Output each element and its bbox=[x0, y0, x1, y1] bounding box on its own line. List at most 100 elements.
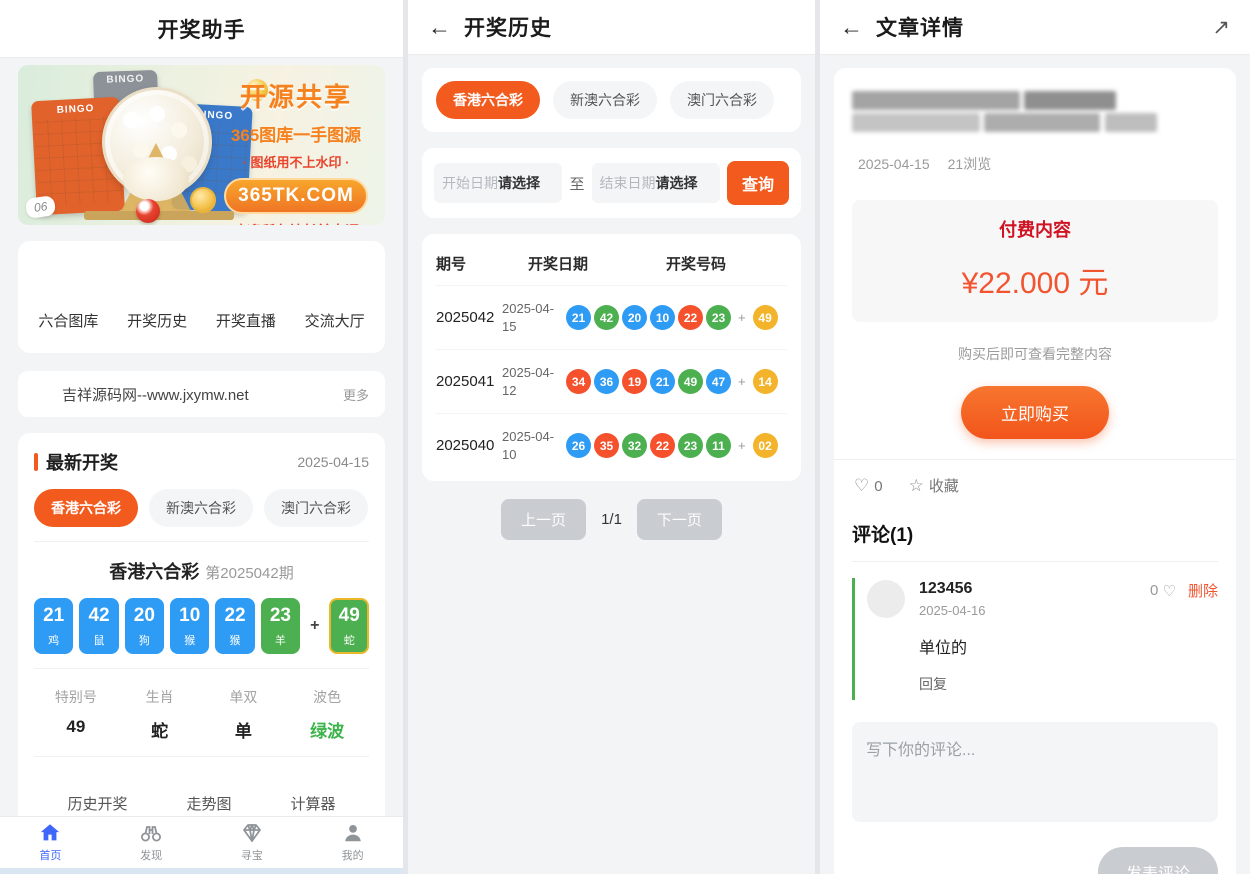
stat-label: 单双 bbox=[202, 687, 286, 707]
censored-block bbox=[1024, 91, 1116, 110]
row-issue: 2025041 bbox=[436, 373, 502, 390]
end-date-picker[interactable]: 结束日期请选择 bbox=[592, 163, 720, 203]
banner-welcome: 欢迎所有站长前来调 bbox=[217, 221, 375, 225]
tab-treasure[interactable]: 寻宝 bbox=[202, 822, 303, 863]
stat-zodiac: 生肖 蛇 bbox=[118, 687, 202, 742]
article-meta: 2025-04-1521浏览 bbox=[852, 154, 1218, 174]
link-calculator[interactable]: 计算器 bbox=[290, 793, 335, 814]
lottery-tabs-card: 香港六合彩 新澳六合彩 澳门六合彩 bbox=[422, 68, 801, 132]
stat-value: 49 bbox=[34, 717, 118, 737]
stat-value: 绿波 bbox=[285, 717, 369, 742]
link-history[interactable]: 历史开奖 bbox=[67, 793, 127, 814]
tab-profile[interactable]: 我的 bbox=[302, 822, 403, 863]
result-ball: 42 bbox=[594, 305, 619, 330]
to-label: 至 bbox=[569, 173, 584, 194]
heart-icon[interactable]: ♡ bbox=[1163, 582, 1176, 600]
end-date-label: 结束日期 bbox=[600, 175, 656, 191]
quick-nav-gallery[interactable]: 六合图库 bbox=[38, 266, 98, 331]
banner-headline: 开源共享 bbox=[217, 77, 375, 114]
draw-date: 2025-04-15 bbox=[297, 454, 369, 470]
result-ball: 11 bbox=[706, 433, 731, 458]
ball-number: 23 bbox=[270, 605, 291, 627]
person-icon bbox=[342, 822, 364, 844]
history-icon bbox=[135, 266, 179, 310]
binoculars-icon bbox=[139, 822, 163, 844]
section-accent-bar bbox=[34, 453, 38, 471]
start-date-value: 请选择 bbox=[498, 175, 540, 191]
censored-block bbox=[984, 113, 1100, 132]
next-page-button[interactable]: 下一页 bbox=[637, 499, 722, 540]
result-ball: 49 bbox=[678, 369, 703, 394]
ball-number: 21 bbox=[43, 605, 64, 627]
forum-icon bbox=[313, 266, 357, 310]
plus-sign: + bbox=[738, 438, 746, 453]
latest-draw-card: 最新开奖 2025-04-15 香港六合彩 新澳六合彩 澳门六合彩 香港六合彩第… bbox=[18, 433, 385, 836]
external-link-icon[interactable]: ↗ bbox=[1212, 15, 1230, 40]
stat-odd-even: 单双 单 bbox=[202, 687, 286, 742]
tab-hk-lottery[interactable]: 香港六合彩 bbox=[436, 81, 540, 119]
result-ball: 26 bbox=[566, 433, 591, 458]
heart-icon: ♡ bbox=[854, 476, 869, 495]
result-ball: 23 bbox=[678, 433, 703, 458]
quick-nav-forum[interactable]: 交流大厅 bbox=[305, 266, 365, 331]
censored-block bbox=[852, 91, 1020, 110]
draw-name: 香港六合彩 bbox=[109, 562, 199, 582]
comment-input[interactable] bbox=[852, 722, 1218, 822]
tab-hk-lottery[interactable]: 香港六合彩 bbox=[34, 489, 138, 527]
ball-zodiac: 猴 bbox=[184, 632, 195, 648]
page-indicator: 1/1 bbox=[601, 511, 622, 528]
result-ball: 22 bbox=[678, 305, 703, 330]
tab-xinao-lottery[interactable]: 新澳六合彩 bbox=[149, 489, 253, 527]
end-date-value: 请选择 bbox=[656, 175, 698, 191]
back-icon[interactable]: ← bbox=[840, 16, 863, 39]
table-row: 2025040 2025-04-10 26 35 32 22 23 11 + 0… bbox=[436, 413, 787, 477]
favorite-button[interactable]: ☆收藏 bbox=[909, 475, 959, 496]
draw-balls: 21 鸡 42 鼠 20 狗 10 猴 bbox=[34, 598, 369, 654]
censored-title bbox=[852, 90, 1218, 134]
promo-banner[interactable]: BINGO BINGO BINGO 开源共享 365图库一手 bbox=[18, 65, 385, 225]
tab-xinao-lottery[interactable]: 新澳六合彩 bbox=[553, 81, 657, 119]
ball-zodiac: 鸡 bbox=[48, 632, 59, 648]
draw-stats: 特别号 49 生肖 蛇 单双 单 波色 绿波 bbox=[34, 687, 369, 742]
gold-coin-illustration bbox=[190, 187, 216, 213]
delete-comment-link[interactable]: 删除 bbox=[1188, 580, 1218, 601]
comment-text: 单位的 bbox=[919, 634, 1218, 658]
three-screen-preview: 开奖助手 BINGO BINGO BINGO bbox=[0, 0, 1250, 874]
tab-discover[interactable]: 发现 bbox=[101, 822, 202, 863]
start-date-picker[interactable]: 开始日期请选择 bbox=[434, 163, 562, 203]
banner-text: 开源共享 365图库一手图源 · 图纸用不上水印 · 365TK.COM 欢迎所… bbox=[217, 77, 375, 225]
table-row: 2025042 2025-04-15 21 42 20 10 22 23 + 4… bbox=[436, 285, 787, 349]
ball-zodiac: 羊 bbox=[275, 632, 286, 648]
result-ball: 10 bbox=[650, 305, 675, 330]
ball-number: 42 bbox=[88, 605, 109, 627]
page-title: 文章详情 bbox=[876, 12, 964, 42]
like-button[interactable]: ♡0 bbox=[854, 476, 883, 496]
buy-now-button[interactable]: 立即购买 bbox=[961, 386, 1109, 439]
ball-number: 49 bbox=[339, 605, 360, 627]
submit-comment-button[interactable]: 发表评论 bbox=[1098, 847, 1218, 874]
reply-link[interactable]: 回复 bbox=[919, 674, 1218, 694]
back-icon[interactable]: ← bbox=[428, 16, 451, 39]
special-result-ball: 49 bbox=[753, 305, 778, 330]
col-date: 开奖日期 bbox=[528, 253, 588, 274]
banner-site-pill: 365TK.COM bbox=[224, 178, 368, 214]
result-ball: 36 bbox=[594, 369, 619, 394]
query-button[interactable]: 查询 bbox=[727, 161, 789, 205]
notice-bar[interactable]: 吉祥源码网--www.jxymw.net 更多 bbox=[18, 371, 385, 417]
tab-macau-lottery[interactable]: 澳门六合彩 bbox=[264, 489, 368, 527]
lottery-tabs: 香港六合彩 新澳六合彩 澳门六合彩 bbox=[34, 489, 369, 527]
quick-nav-history[interactable]: 开奖历史 bbox=[127, 266, 187, 331]
star-icon: ☆ bbox=[909, 476, 924, 495]
draw-ball: 23 羊 bbox=[261, 598, 300, 654]
tab-macau-lottery[interactable]: 澳门六合彩 bbox=[670, 81, 774, 119]
stat-label: 生肖 bbox=[118, 687, 202, 707]
notice-more-link[interactable]: 更多 bbox=[343, 385, 369, 404]
table-row: 2025041 2025-04-12 34 36 19 21 49 47 + 1… bbox=[436, 349, 787, 413]
stat-wave-color: 波色 绿波 bbox=[285, 687, 369, 742]
quick-nav-live[interactable]: 开奖直播 bbox=[216, 266, 276, 331]
ball-zodiac: 鼠 bbox=[94, 632, 105, 648]
prev-page-button[interactable]: 上一页 bbox=[501, 499, 586, 540]
link-trend-chart[interactable]: 走势图 bbox=[186, 793, 231, 814]
tab-home[interactable]: 首页 bbox=[0, 822, 101, 863]
quick-nav-label: 六合图库 bbox=[38, 310, 98, 331]
